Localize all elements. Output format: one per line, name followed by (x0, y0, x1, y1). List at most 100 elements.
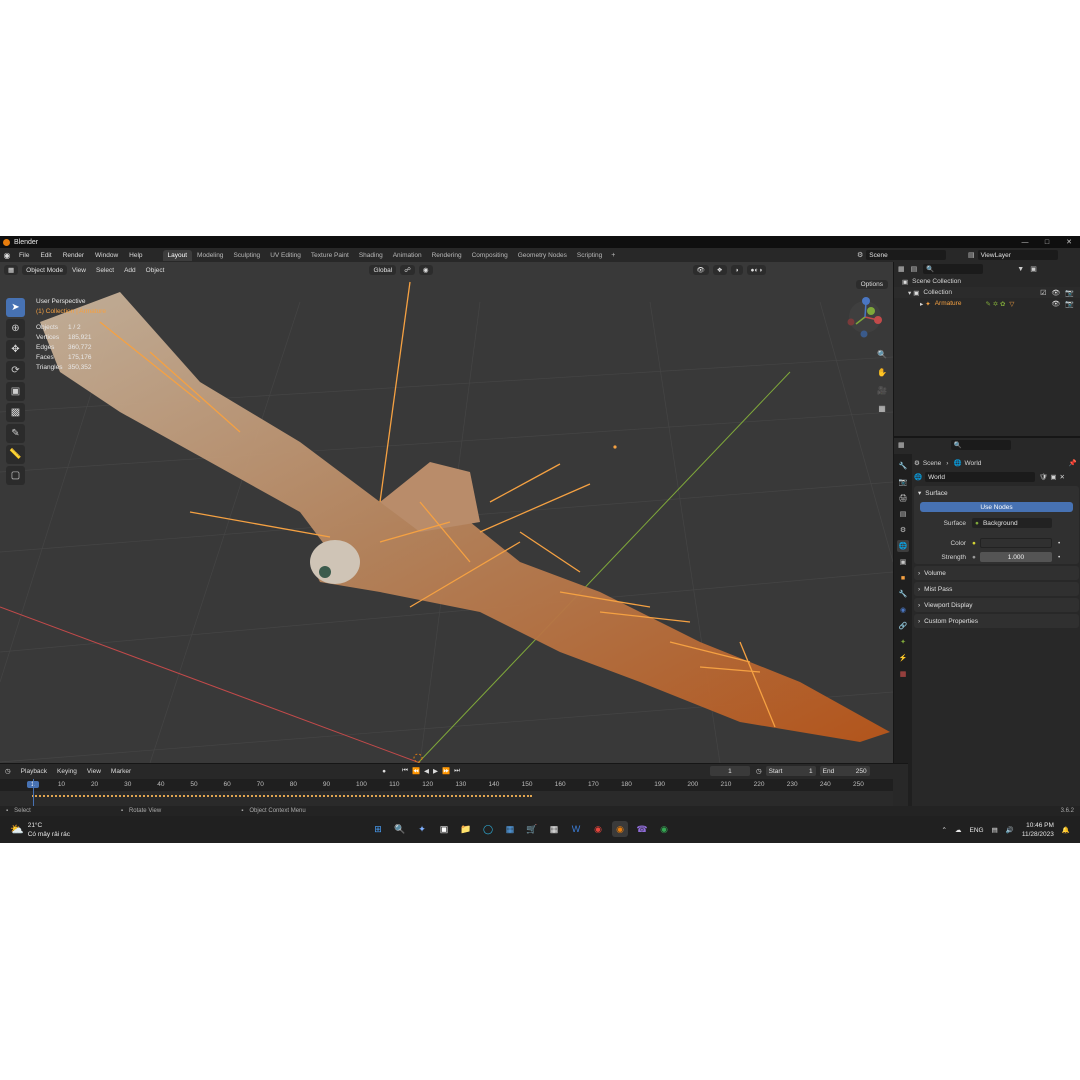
file-explorer-icon[interactable]: 📁 (458, 821, 474, 837)
menu-render[interactable]: Render (58, 252, 90, 259)
edge-icon[interactable]: ◯ (480, 821, 496, 837)
volume-icon[interactable]: 🔊 (1006, 826, 1014, 834)
world-tab-icon[interactable]: 🌐 (897, 540, 909, 552)
snap-icon[interactable]: ☍ (400, 265, 415, 275)
transform-icon[interactable]: ▩ (6, 403, 25, 422)
pin-icon[interactable]: 📌 (1069, 459, 1077, 467)
keyframe-dot-icon[interactable]: • (1058, 554, 1060, 561)
options-dropdown[interactable]: Options (855, 280, 888, 289)
prev-keyframe-icon[interactable]: ⏪ (412, 767, 420, 775)
record-icon[interactable]: ● (382, 768, 386, 775)
move-icon[interactable]: ✥ (6, 340, 25, 359)
search-icon[interactable]: 🔍 (392, 821, 408, 837)
pan-hand-icon[interactable]: ✋ (875, 365, 889, 379)
viewport-menu-add[interactable]: Add (119, 267, 141, 274)
camera-icon[interactable]: 🎥 (875, 383, 889, 397)
play-icon[interactable]: ▶ (433, 767, 438, 775)
next-keyframe-icon[interactable]: ⏩ (442, 767, 450, 775)
cursor-icon[interactable]: ⊕ (6, 319, 25, 338)
copilot-icon[interactable]: ✦ (414, 821, 430, 837)
word-icon[interactable]: W (568, 821, 584, 837)
tray-chevron-icon[interactable]: ⌃ (942, 826, 947, 834)
overlay-icon[interactable]: ◑ (730, 265, 743, 275)
world-name-field[interactable]: World (925, 472, 1036, 482)
viewport-display-panel-header[interactable]: › Viewport Display (914, 598, 1079, 612)
mist-pass-panel[interactable]: › Mist Pass (914, 582, 1079, 596)
scene-tab-icon[interactable]: ⚙ (897, 524, 909, 536)
task-view-icon[interactable]: ▣ (436, 821, 452, 837)
properties-search-input[interactable]: 🔍 (950, 440, 1011, 450)
current-frame-field[interactable]: 1 (709, 766, 750, 776)
play-reverse-icon[interactable]: ◀ (424, 767, 429, 775)
network-icon[interactable]: ▤ (992, 826, 998, 834)
outliner-row-armature[interactable]: ▸ ✦ Armature ✎ ✡ ✿ ▽ 👁 📷 (894, 298, 1080, 309)
viewport-menu-select[interactable]: Select (91, 267, 119, 274)
camera-render-icon[interactable]: 📷 (1065, 300, 1074, 308)
timeline-menu-marker[interactable]: Marker (106, 768, 136, 775)
clock[interactable]: 10:46 PM 11/28/2023 (1022, 821, 1054, 839)
timeline-menu-view[interactable]: View (82, 768, 106, 775)
tab-modeling[interactable]: Modeling (192, 250, 228, 261)
modifier-tab-icon[interactable]: 🔧 (897, 588, 909, 600)
volume-panel-header[interactable]: › Volume (914, 566, 1079, 580)
visibility-icon[interactable]: 👁 (692, 265, 709, 275)
outliner-row-collection[interactable]: ▾ ▣ Collection ☑ 👁 📷 (894, 287, 1080, 298)
render-tab-icon[interactable]: 📷 (897, 476, 909, 488)
expand-arrow-icon[interactable]: ▾ (908, 289, 911, 297)
add-cube-icon[interactable]: ▢ (6, 466, 25, 485)
shading-mode-icon[interactable]: ●◐◑ (746, 265, 767, 275)
fake-user-icon[interactable]: 🛡 (1039, 473, 1047, 481)
viewport-display-panel[interactable]: › Viewport Display (914, 598, 1079, 612)
surface-shader-field[interactable]: ● Background (972, 518, 1052, 528)
texture-tab-icon[interactable]: ▦ (897, 668, 909, 680)
menu-help[interactable]: Help (124, 252, 148, 259)
outliner-row-scene-collection[interactable]: ▣ Scene Collection (894, 276, 1080, 287)
view-layer-field[interactable]: ViewLayer (977, 250, 1058, 260)
checkbox-icon[interactable]: ☑ (1040, 289, 1046, 297)
editor-type-icon[interactable]: ▦ (898, 265, 905, 273)
menu-edit[interactable]: Edit (35, 252, 57, 259)
tab-sculpting[interactable]: Sculpting (228, 250, 265, 261)
tab-uv-editing[interactable]: UV Editing (265, 250, 306, 261)
app-grid-icon[interactable]: ▦ (546, 821, 562, 837)
scene-field[interactable]: Scene (866, 250, 947, 260)
tab-rendering[interactable]: Rendering (427, 250, 467, 261)
custom-properties-panel[interactable]: › Custom Properties (914, 614, 1079, 628)
blender-taskbar-icon[interactable]: ◉ (612, 821, 628, 837)
display-mode-icon[interactable]: ▤ (911, 265, 918, 273)
windows-start-icon[interactable]: ⊞ (370, 821, 386, 837)
filter-icon[interactable]: ▼ (1017, 266, 1024, 273)
eye-icon[interactable]: 👁 (1051, 300, 1060, 308)
language-indicator[interactable]: ENG (970, 827, 984, 834)
keyframe-dot-icon[interactable]: • (1058, 540, 1060, 547)
tab-animation[interactable]: Animation (388, 250, 427, 261)
use-nodes-button[interactable]: Use Nodes (920, 502, 1073, 512)
duplicate-icon[interactable]: ▣ (1050, 473, 1056, 481)
viber-icon[interactable]: ☎ (634, 821, 650, 837)
onedrive-icon[interactable]: ☁ (955, 826, 962, 834)
chrome-alt-icon[interactable]: ◉ (656, 821, 672, 837)
menu-file[interactable]: File (14, 252, 35, 259)
ortho-grid-icon[interactable]: ▦ (875, 401, 889, 415)
chrome-icon[interactable]: ◉ (590, 821, 606, 837)
weather-widget[interactable]: ⛅ 21°C Có mây rải rác (10, 821, 70, 839)
zoom-icon[interactable]: 🔍 (875, 347, 889, 361)
outliner-search-input[interactable]: 🔍 (923, 264, 984, 274)
mode-selector[interactable]: Object Mode (22, 265, 68, 275)
camera-render-icon[interactable]: 📷 (1065, 289, 1074, 297)
tab-scripting[interactable]: Scripting (572, 250, 607, 261)
add-workspace-button[interactable]: + (607, 250, 619, 261)
end-frame-field[interactable]: End 250 (819, 766, 870, 776)
keyframe-track[interactable] (0, 779, 893, 807)
timeline-menu-playback[interactable]: Playback (16, 768, 52, 775)
unlink-icon[interactable]: ✕ (1060, 473, 1065, 481)
notification-bell-icon[interactable]: 🔔 (1062, 826, 1070, 834)
scale-icon[interactable]: ▣ (6, 382, 25, 401)
jump-end-icon[interactable]: ⏭ (454, 767, 460, 775)
store-icon[interactable]: 🛒 (524, 821, 540, 837)
view-layer-selector[interactable]: ▤ ViewLayer (968, 250, 1076, 260)
physics-tab-icon[interactable]: ◉ (897, 604, 909, 616)
expand-arrow-icon[interactable]: ▸ (920, 300, 923, 308)
view-layer-tab-icon[interactable]: ▤ (897, 508, 909, 520)
editor-type-icon[interactable]: ▦ (898, 441, 905, 449)
